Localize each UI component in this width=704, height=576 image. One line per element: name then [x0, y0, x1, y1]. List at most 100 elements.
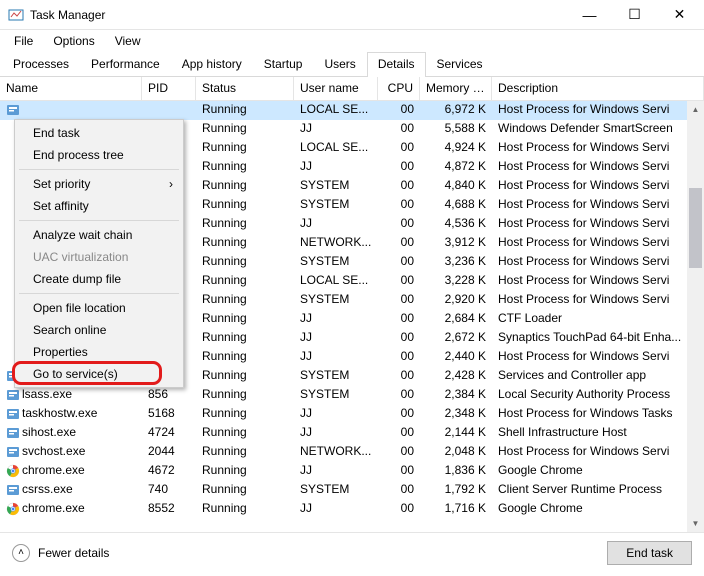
- cell-cpu: 00: [378, 310, 420, 329]
- cell-cpu: 00: [378, 177, 420, 196]
- cell-memory: 2,384 K: [420, 386, 492, 405]
- cell-memory: 2,144 K: [420, 424, 492, 443]
- process-icon: [6, 483, 20, 497]
- cell-description: Local Security Authority Process: [492, 386, 704, 405]
- fewer-details-button[interactable]: ˄ Fewer details: [12, 544, 109, 562]
- cell-user: LOCAL SE...: [294, 139, 378, 158]
- context-separator: [19, 293, 179, 294]
- end-task-button[interactable]: End task: [607, 541, 692, 565]
- vertical-scrollbar[interactable]: ▲ ▼: [687, 101, 704, 532]
- cell-pid: 4672: [142, 462, 196, 481]
- cell-cpu: 00: [378, 215, 420, 234]
- tab-services[interactable]: Services: [426, 52, 494, 77]
- cell-description: Shell Infrastructure Host: [492, 424, 704, 443]
- cell-status: Running: [196, 215, 294, 234]
- header-description[interactable]: Description: [492, 77, 704, 100]
- tab-performance[interactable]: Performance: [80, 52, 171, 77]
- menu-view[interactable]: View: [105, 32, 151, 50]
- table-row[interactable]: csrss.exe740RunningSYSTEM001,792 KClient…: [0, 481, 704, 500]
- cell-cpu: 00: [378, 405, 420, 424]
- cell-description: Windows Defender SmartScreen: [492, 120, 704, 139]
- cell-cpu: 00: [378, 234, 420, 253]
- cell-status: Running: [196, 272, 294, 291]
- cell-description: Google Chrome: [492, 500, 704, 519]
- cell-memory: 2,428 K: [420, 367, 492, 386]
- close-button[interactable]: ✕: [657, 1, 702, 29]
- context-item[interactable]: End process tree: [17, 144, 181, 166]
- tab-startup[interactable]: Startup: [253, 52, 314, 77]
- cell-status: Running: [196, 500, 294, 519]
- context-item[interactable]: Set affinity: [17, 195, 181, 217]
- cell-status: Running: [196, 386, 294, 405]
- process-icon: [6, 502, 20, 516]
- cell-user: JJ: [294, 158, 378, 177]
- cell-memory: 1,792 K: [420, 481, 492, 500]
- cell-name: chrome.exe: [22, 501, 85, 515]
- context-item[interactable]: Properties: [17, 341, 181, 363]
- cell-description: Client Server Runtime Process: [492, 481, 704, 500]
- context-item[interactable]: Open file location: [17, 297, 181, 319]
- cell-user: SYSTEM: [294, 177, 378, 196]
- cell-user: JJ: [294, 310, 378, 329]
- scroll-up-icon[interactable]: ▲: [687, 101, 704, 118]
- cell-user: NETWORK...: [294, 443, 378, 462]
- table-row[interactable]: sihost.exe4724RunningJJ002,144 KShell In…: [0, 424, 704, 443]
- context-item[interactable]: Search online: [17, 319, 181, 341]
- cell-memory: 2,920 K: [420, 291, 492, 310]
- cell-status: Running: [196, 405, 294, 424]
- cell-cpu: 00: [378, 158, 420, 177]
- cell-pid: 2044: [142, 443, 196, 462]
- chevron-up-icon: ˄: [12, 544, 30, 562]
- table-row[interactable]: chrome.exe8552RunningJJ001,716 KGoogle C…: [0, 500, 704, 519]
- minimize-button[interactable]: —: [567, 1, 612, 29]
- context-item[interactable]: Analyze wait chain: [17, 224, 181, 246]
- table-row[interactable]: lsass.exe856RunningSYSTEM002,384 KLocal …: [0, 386, 704, 405]
- cell-memory: 2,348 K: [420, 405, 492, 424]
- cell-status: Running: [196, 310, 294, 329]
- context-item[interactable]: End task: [17, 122, 181, 144]
- table-row[interactable]: chrome.exe4672RunningJJ001,836 KGoogle C…: [0, 462, 704, 481]
- window-title: Task Manager: [30, 8, 567, 22]
- context-item[interactable]: Create dump file: [17, 268, 181, 290]
- header-pid[interactable]: PID: [142, 77, 196, 100]
- cell-pid: 4724: [142, 424, 196, 443]
- context-item[interactable]: Go to service(s): [17, 363, 181, 385]
- cell-memory: 4,536 K: [420, 215, 492, 234]
- table-row[interactable]: RunningLOCAL SE...006,972 KHost Process …: [0, 101, 704, 120]
- tab-users[interactable]: Users: [313, 52, 366, 77]
- cell-user: JJ: [294, 500, 378, 519]
- context-item[interactable]: Set priority: [17, 173, 181, 195]
- scroll-thumb[interactable]: [689, 188, 702, 268]
- header-name[interactable]: Name: [0, 77, 142, 100]
- cell-memory: 4,840 K: [420, 177, 492, 196]
- cell-memory: 4,688 K: [420, 196, 492, 215]
- cell-memory: 2,684 K: [420, 310, 492, 329]
- header-status[interactable]: Status: [196, 77, 294, 100]
- cell-user: NETWORK...: [294, 234, 378, 253]
- cell-user: LOCAL SE...: [294, 272, 378, 291]
- cell-description: Host Process for Windows Servi: [492, 272, 704, 291]
- scroll-down-icon[interactable]: ▼: [687, 515, 704, 532]
- maximize-button[interactable]: ☐: [612, 1, 657, 29]
- cell-status: Running: [196, 101, 294, 120]
- cell-description: Host Process for Windows Tasks: [492, 405, 704, 424]
- cell-memory: 2,440 K: [420, 348, 492, 367]
- menu-options[interactable]: Options: [43, 32, 104, 50]
- cell-description: Host Process for Windows Servi: [492, 215, 704, 234]
- cell-pid: 856: [142, 386, 196, 405]
- cell-cpu: 00: [378, 253, 420, 272]
- header-cpu[interactable]: CPU: [378, 77, 420, 100]
- tab-processes[interactable]: Processes: [2, 52, 80, 77]
- cell-name: sihost.exe: [22, 425, 76, 439]
- tab-app-history[interactable]: App history: [171, 52, 253, 77]
- app-icon: [8, 7, 24, 23]
- cell-pid: [142, 101, 196, 120]
- menu-file[interactable]: File: [4, 32, 43, 50]
- cell-status: Running: [196, 177, 294, 196]
- table-row[interactable]: svchost.exe2044RunningNETWORK...002,048 …: [0, 443, 704, 462]
- header-user[interactable]: User name: [294, 77, 378, 100]
- cell-cpu: 00: [378, 291, 420, 310]
- header-memory[interactable]: Memory (p...: [420, 77, 492, 100]
- tab-details[interactable]: Details: [367, 52, 426, 77]
- table-row[interactable]: taskhostw.exe5168RunningJJ002,348 KHost …: [0, 405, 704, 424]
